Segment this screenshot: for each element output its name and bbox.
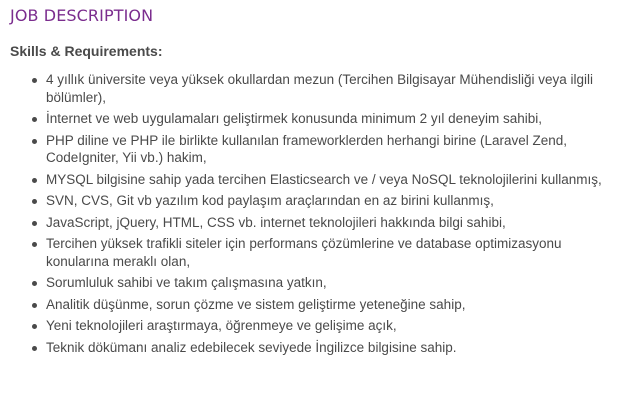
bullet-icon	[32, 199, 37, 204]
list-item-text: SVN, CVS, Git vb yazılım kod paylaşım ar…	[46, 193, 494, 208]
list-item: İnternet ve web uygulamaları geliştirmek…	[32, 110, 616, 128]
bullet-icon	[32, 345, 37, 351]
bullet-icon	[32, 138, 37, 144]
list-item-text: MYSQL bilgisine sahip yada tercihen Elas…	[46, 171, 602, 187]
list-item: JavaScript, jQuery, HTML, CSS vb. intern…	[32, 214, 616, 232]
list-item: MYSQL bilgisine sahip yada tercihen Elas…	[32, 171, 616, 189]
section-title: JOB DESCRIPTION	[10, 6, 154, 25]
list-item: PHP diline ve PHP ile birlikte kullanıla…	[32, 132, 616, 167]
list-item: Sorumluluk sahibi ve takım çalışmasına y…	[32, 274, 616, 292]
list-item-text: 4 yıllık üniversite veya yüksek okullard…	[46, 72, 593, 105]
list-item: SVN, CVS, Git vb yazılım kod paylaşım ar…	[32, 192, 616, 210]
list-item-text: İnternet ve web uygulamaları geliştirmek…	[46, 111, 542, 126]
list-item-text: Analitik düşünme, sorun çözme ve sistem …	[46, 296, 466, 312]
bullet-icon	[32, 324, 37, 329]
bullet-icon	[32, 302, 37, 308]
list-item: Analitik düşünme, sorun çözme ve sistem …	[32, 296, 616, 314]
bullet-icon	[32, 242, 37, 247]
bullet-icon	[32, 281, 37, 286]
list-item-text: Yeni teknolojileri araştırmaya, öğrenmey…	[46, 318, 397, 333]
requirements-list: 4 yıllık üniversite veya yüksek okullard…	[10, 71, 616, 360]
bullet-icon	[32, 78, 37, 83]
list-item-text: JavaScript, jQuery, HTML, CSS vb. intern…	[46, 214, 506, 230]
skills-requirements-heading: Skills & Requirements:	[10, 43, 163, 59]
bullet-icon	[32, 117, 37, 122]
list-item-text: Teknik dökümanı analiz edebilecek seviye…	[46, 339, 457, 355]
list-item-text: Sorumluluk sahibi ve takım çalışmasına y…	[46, 275, 327, 290]
list-item-text: Tercihen yüksek trafikli siteler için pe…	[46, 236, 562, 269]
list-item: Teknik dökümanı analiz edebilecek seviye…	[32, 339, 616, 357]
list-item-text: PHP diline ve PHP ile birlikte kullanıla…	[46, 132, 568, 166]
list-item: Tercihen yüksek trafikli siteler için pe…	[32, 235, 616, 270]
list-item: 4 yıllık üniversite veya yüksek okullard…	[32, 71, 616, 106]
bullet-icon	[32, 177, 37, 183]
list-item: Yeni teknolojileri araştırmaya, öğrenmey…	[32, 317, 616, 335]
bullet-icon	[32, 220, 37, 226]
job-description-section: JOB DESCRIPTION Skills & Requirements: 4…	[10, 0, 630, 355]
